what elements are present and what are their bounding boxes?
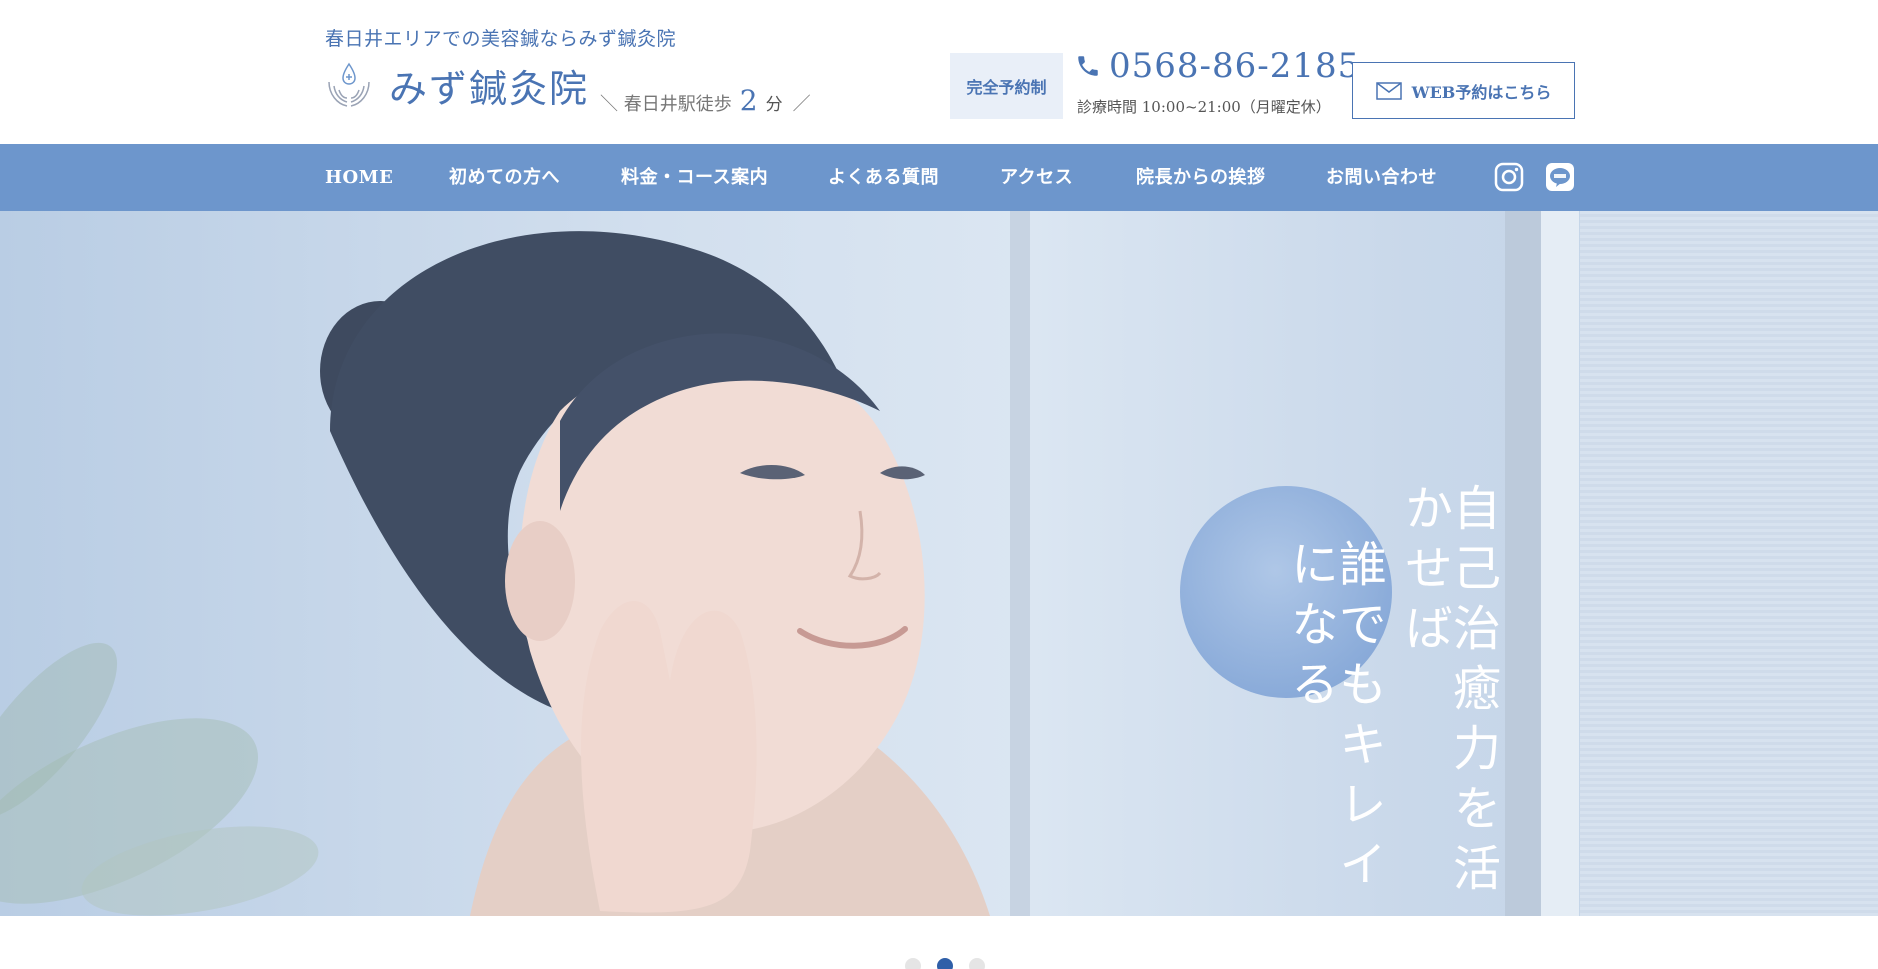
web-reservation-label: WEB予約はこちら: [1411, 82, 1552, 102]
phone-number[interactable]: 0568-86-2185: [1109, 46, 1360, 86]
access-suffix: 分: [765, 95, 783, 115]
web-reservation-button[interactable]: WEB予約はこちら: [1352, 62, 1575, 119]
access-minutes: 2: [739, 84, 758, 117]
nav-item-home[interactable]: HOME: [325, 144, 393, 211]
slider-pagination: [905, 958, 985, 969]
slider-dot-3[interactable]: [969, 958, 985, 969]
nav-item-first-time[interactable]: 初めての方へ: [449, 144, 560, 211]
nav-item-faq[interactable]: よくある質問: [828, 144, 939, 211]
nav-item-access[interactable]: アクセス: [1000, 144, 1073, 211]
site-logo[interactable]: みず鍼灸院: [325, 58, 589, 113]
site-tagline: 春日井エリアでの美容鍼ならみず鍼灸院: [325, 28, 677, 50]
hero-headline-line2: 誰でもキレイになる: [1282, 539, 1386, 899]
main-nav: HOME 初めての方へ 料金・コース案内 よくある質問 アクセス 院長からの挨拶…: [0, 144, 1878, 211]
site-header: 春日井エリアでの美容鍼ならみず鍼灸院 みず鍼灸院 ＼ 春日井駅徒歩 2 分 ／ …: [0, 0, 1878, 144]
slider-dot-1[interactable]: [905, 958, 921, 969]
line-icon[interactable]: [1545, 162, 1575, 192]
slider-dot-2[interactable]: [937, 958, 953, 969]
instagram-icon[interactable]: [1494, 162, 1524, 192]
access-prefix: ＼ 春日井駅徒歩: [600, 94, 732, 115]
reservation-only-badge: 完全予約制: [950, 53, 1063, 119]
hero-woman-photo: [0, 211, 1579, 916]
station-access: ＼ 春日井駅徒歩 2 分 ／: [600, 84, 811, 117]
nav-item-greeting[interactable]: 院長からの挨拶: [1136, 144, 1266, 211]
logo-name: みず鍼灸院: [389, 67, 590, 111]
mail-icon: [1375, 81, 1402, 100]
access-end: ／: [792, 94, 811, 115]
business-hours: 診療時間 10:00~21:00（月曜定休）: [1077, 98, 1331, 116]
hero-slider: 自己治癒力を活かせば 誰でもキレイになる: [0, 211, 1878, 916]
hero-headline-line1: 自己治癒力を活かせば: [1396, 483, 1500, 903]
phone-icon: [1078, 56, 1098, 76]
phone-contact[interactable]: 0568-86-2185: [1075, 46, 1360, 86]
nav-item-contact[interactable]: お問い合わせ: [1326, 144, 1437, 211]
nav-item-pricing[interactable]: 料金・コース案内: [621, 144, 768, 211]
lotus-hands-icon: [328, 62, 370, 107]
